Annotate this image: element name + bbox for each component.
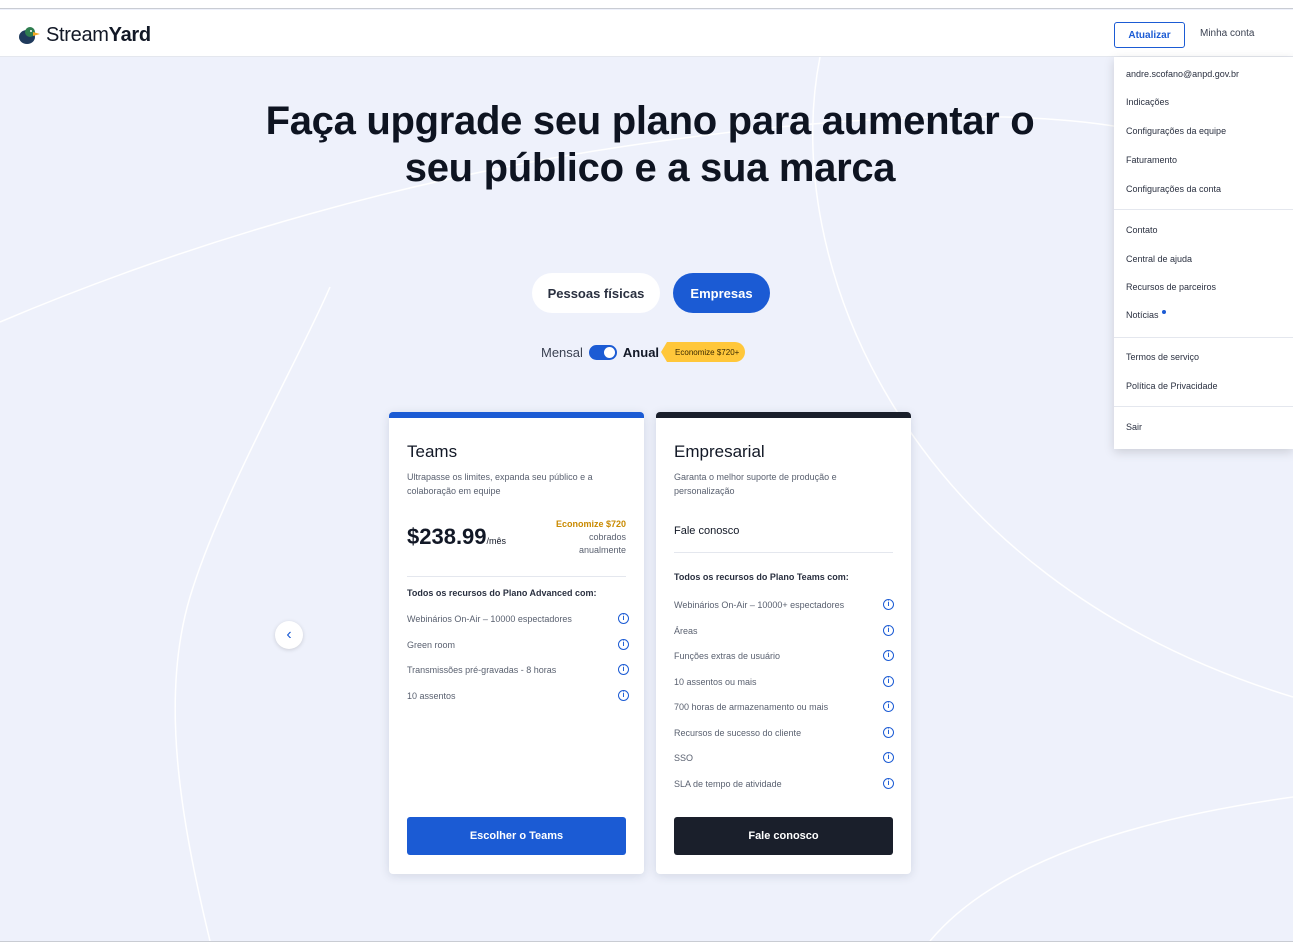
news-indicator-dot [1161,310,1166,314]
info-icon[interactable]: i [618,664,629,675]
upgrade-button[interactable]: Atualizar [1114,22,1185,48]
menu-item-partner-resources[interactable]: Recursos de parceiros [1126,282,1216,292]
feature-item: Webinários On-Air – 10000 espectadores i [407,613,629,640]
plan-card-enterprise: Empresarial Garanta o melhor suporte de … [656,412,911,874]
menu-item-terms[interactable]: Termos de serviço [1126,352,1199,362]
page-title: Faça upgrade seu plano para aumentar o s… [265,99,1035,190]
choose-teams-button[interactable]: Escolher o Teams [407,817,626,855]
feature-item: Funções extras de usuário i [674,650,894,677]
menu-divider [1114,337,1293,338]
info-icon[interactable]: i [883,752,894,763]
contact-us-button[interactable]: Fale conosco [674,817,893,855]
carousel-prev-button[interactable]: ‹ [275,621,303,649]
feature-item: 10 assentos i [407,689,629,717]
tab-individuals[interactable]: Pessoas físicas [532,273,660,313]
divider [407,576,626,577]
info-icon[interactable]: i [883,624,894,636]
feature-item: Green room i [407,638,629,666]
info-icon[interactable]: i [883,701,894,712]
feature-item: Transmissões pré-gravadas - 8 horas i [407,664,629,691]
feature-item: SSO i [674,752,894,779]
divider [674,552,893,553]
plan-price: $238.99/mês [407,524,507,549]
brand-logo[interactable]: StreamYard [18,24,151,47]
features-heading: Todos os recursos do Plano Teams com: [674,572,849,582]
info-icon[interactable]: i [883,650,894,661]
feature-list: Webinários On-Air – 10000 espectadores i … [407,613,629,717]
info-icon[interactable]: i [883,675,894,687]
menu-item-account-settings[interactable]: Configurações da conta [1126,184,1221,194]
menu-item-privacy[interactable]: Política de Privacidade [1126,381,1218,391]
menu-item-billing[interactable]: Faturamento [1126,155,1177,165]
info-icon[interactable]: i [618,638,629,650]
plan-description: Ultrapasse os limites, expanda seu públi… [407,472,593,496]
savings-badge: Economize $720+ [661,342,746,362]
info-icon[interactable]: i [883,599,894,610]
top-navbar: StreamYard Atualizar Minha conta [0,10,1293,57]
chevron-left-icon: ‹ [286,626,292,643]
info-icon[interactable]: i [883,726,894,738]
feature-item: Recursos de sucesso do cliente i [674,726,894,754]
plan-description: Garanta o melhor suporte de produção e p… [674,472,837,496]
price-note: Economize $720 cobrados anualmente [555,519,626,555]
contact-text: Fale conosco [674,525,740,537]
info-icon[interactable]: i [618,613,629,624]
plan-card-teams: Teams Ultrapasse os limites, expanda seu… [389,412,644,874]
billing-period-switch: Mensal Anual Economize $720+ [541,342,746,362]
plan-title: Teams [407,442,458,461]
feature-item: Áreas i [674,624,894,652]
account-dropdown-menu: andre.scofano@anpd.gov.br Indicações Con… [1114,57,1293,449]
streamyard-duck-logo-icon [19,26,40,44]
menu-divider [1114,406,1293,407]
menu-item-referrals[interactable]: Indicações [1126,97,1169,107]
monthly-label: Mensal [541,344,583,360]
menu-item-help-center[interactable]: Central de ajuda [1126,254,1192,264]
feature-item: Webinários On-Air – 10000+ espectadores i [674,599,894,626]
menu-item-sign-out[interactable]: Sair [1126,422,1142,432]
brand-name: StreamYard [46,24,151,46]
my-account-link[interactable]: Minha conta [1200,28,1254,39]
info-icon[interactable]: i [618,689,629,701]
browser-top-edge [0,0,1293,9]
billing-toggle[interactable] [588,344,617,360]
plan-title: Empresarial [674,442,765,461]
menu-item-news[interactable]: Notícias [1126,310,1166,320]
feature-item: 10 assentos ou mais i [674,675,894,703]
menu-divider [1114,209,1293,210]
menu-item-contact[interactable]: Contato [1126,225,1158,235]
feature-item: SLA de tempo de atividade i [674,777,894,805]
account-email: andre.scofano@anpd.gov.br [1126,69,1240,79]
tab-businesses[interactable]: Empresas [673,273,770,313]
feature-list: Webinários On-Air – 10000+ espectadores i… [674,599,894,805]
menu-item-team-settings[interactable]: Configurações da equipe [1126,126,1226,136]
features-heading: Todos os recursos do Plano Advanced com: [407,588,597,598]
browser-bottom-edge [0,941,1293,948]
annual-label: Anual [622,344,660,360]
feature-item: 700 horas de armazenamento ou mais i [674,701,894,728]
info-icon[interactable]: i [883,777,894,789]
